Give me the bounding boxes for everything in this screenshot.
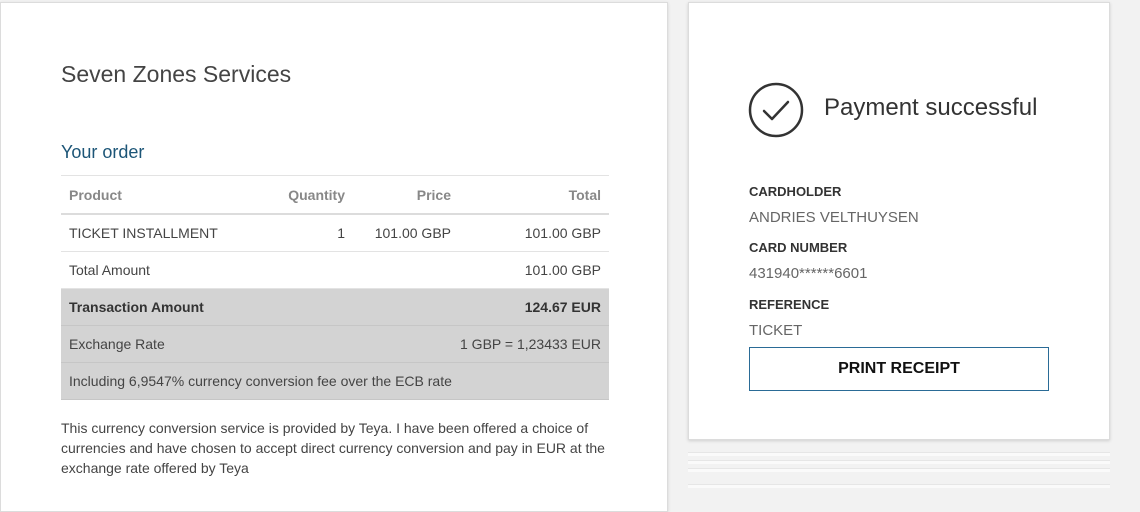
payment-result-card: Payment successful CARDHOLDER ANDRIES VE… bbox=[688, 2, 1110, 440]
order-summary-card: Seven Zones Services Your order Product … bbox=[0, 2, 668, 512]
placeholder-line bbox=[688, 468, 1110, 472]
payment-status: Payment successful bbox=[824, 94, 1038, 121]
header-price: Price bbox=[353, 175, 459, 215]
header-quantity: Quantity bbox=[242, 175, 353, 215]
exchange-rate-value: 1 GBP = 1,23433 EUR bbox=[353, 325, 609, 363]
card-number-label: CARD NUMBER bbox=[749, 240, 848, 255]
fee-note-row: Including 6,9547% currency conversion fe… bbox=[61, 362, 609, 400]
item-product: TICKET INSTALLMENT bbox=[61, 214, 242, 252]
item-quantity: 1 bbox=[242, 214, 353, 252]
placeholder-line bbox=[688, 484, 1110, 488]
item-total: 101.00 GBP bbox=[459, 214, 609, 252]
transaction-amount-label: Transaction Amount bbox=[61, 288, 353, 326]
order-title: Your order bbox=[61, 142, 145, 162]
transaction-amount-value: 124.67 EUR bbox=[353, 288, 609, 326]
table-header-row: Product Quantity Price Total bbox=[61, 175, 609, 215]
card-number-value: 431940******6601 bbox=[749, 265, 868, 282]
transaction-amount-row: Transaction Amount 124.67 EUR bbox=[61, 288, 609, 326]
print-receipt-button[interactable]: PRINT RECEIPT bbox=[749, 347, 1049, 391]
merchant-name: Seven Zones Services bbox=[61, 61, 292, 87]
loading-placeholder bbox=[688, 452, 1110, 499]
item-price: 101.00 GBP bbox=[353, 214, 459, 252]
placeholder-line bbox=[688, 452, 1110, 456]
total-amount-label: Total Amount bbox=[61, 251, 353, 289]
cardholder-value: ANDRIES VELTHUYSEN bbox=[749, 209, 919, 226]
total-amount-value: 101.00 GBP bbox=[353, 251, 609, 289]
cardholder-label: CARDHOLDER bbox=[749, 184, 842, 199]
order-table: Product Quantity Price Total TICKET INST… bbox=[61, 175, 609, 400]
placeholder-line bbox=[688, 460, 1110, 464]
fee-note: Including 6,9547% currency conversion fe… bbox=[61, 362, 609, 400]
checkmark-circle-icon bbox=[748, 82, 804, 138]
dcc-disclaimer: This currency conversion service is prov… bbox=[61, 420, 605, 476]
reference-value: TICKET bbox=[749, 322, 803, 339]
exchange-rate-label: Exchange Rate bbox=[61, 325, 353, 363]
exchange-rate-row: Exchange Rate 1 GBP = 1,23433 EUR bbox=[61, 325, 609, 363]
table-row: TICKET INSTALLMENT 1 101.00 GBP 101.00 G… bbox=[61, 214, 609, 252]
reference-label: REFERENCE bbox=[749, 297, 830, 312]
total-amount-row: Total Amount 101.00 GBP bbox=[61, 251, 609, 289]
header-product: Product bbox=[61, 175, 242, 215]
header-total: Total bbox=[459, 175, 609, 215]
